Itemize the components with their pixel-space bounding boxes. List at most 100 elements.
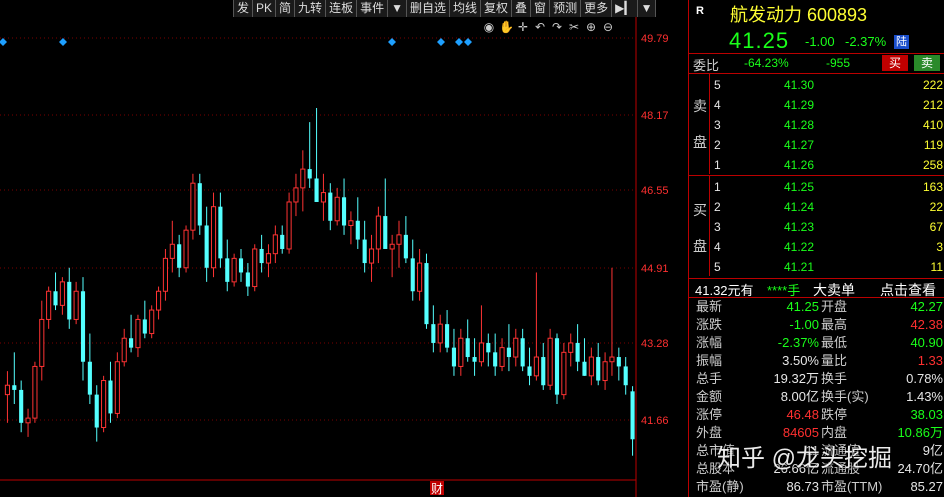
toolbar-button[interactable]: 九转 bbox=[295, 0, 327, 17]
wei-cha-value: -955 bbox=[826, 56, 851, 70]
candle-body bbox=[568, 342, 574, 353]
toolbar-button[interactable]: ▶▎ bbox=[612, 0, 638, 17]
stat-row: 金额 8.00亿 换手(实) 1.43% bbox=[689, 388, 944, 406]
toolbar-button[interactable]: 简 bbox=[276, 0, 296, 17]
candle-body bbox=[630, 391, 635, 440]
ask-level: 3 bbox=[714, 118, 721, 132]
candle-body bbox=[12, 385, 17, 390]
price-axis-label: 41.66 bbox=[641, 415, 669, 427]
ask-row[interactable]: 3 41.28 410 bbox=[689, 115, 944, 135]
candle-body bbox=[39, 318, 45, 367]
event-diamond-icon[interactable] bbox=[455, 38, 463, 46]
ask-level: 1 bbox=[714, 158, 721, 172]
toolbar-button[interactable]: 连板 bbox=[326, 0, 358, 17]
bid-row[interactable]: 3 41.23 67 bbox=[689, 217, 944, 237]
candle-body bbox=[465, 338, 470, 358]
candle-body bbox=[80, 291, 86, 362]
kline-chart-area[interactable]: 49.79 48.17 46.55 44.91 43.28 41.66 财 发 PK 简九转 连板… bbox=[0, 0, 688, 497]
ask-row[interactable]: 1 41.26 258 bbox=[689, 155, 944, 175]
bid-row[interactable]: 1 41.25 163 bbox=[689, 177, 944, 197]
ask-row[interactable]: 4 41.29 212 bbox=[689, 95, 944, 115]
ask-price: 41.29 bbox=[784, 98, 815, 112]
stat-label: 最高 bbox=[821, 317, 848, 332]
toolbar-button[interactable]: 预测 bbox=[550, 0, 582, 17]
candle-body bbox=[129, 338, 134, 348]
toolbar-button[interactable]: ▼ bbox=[638, 0, 657, 17]
ask-row[interactable]: 5 41.30 222 bbox=[689, 75, 944, 95]
candle-body bbox=[149, 309, 155, 335]
candle-body bbox=[286, 201, 292, 250]
bid-volume: 22 bbox=[929, 200, 943, 214]
candle-body bbox=[527, 366, 532, 376]
stat-label: 最低 bbox=[821, 335, 848, 350]
hand-icon[interactable]: ✋ bbox=[499, 20, 514, 34]
candle-body bbox=[424, 263, 429, 325]
bid-level: 1 bbox=[714, 180, 721, 194]
toolbar-button[interactable]: 复权 bbox=[481, 0, 513, 17]
candle-body bbox=[265, 253, 272, 264]
crosshair-icon[interactable]: ✛ bbox=[516, 20, 530, 34]
candle-body bbox=[162, 257, 168, 292]
candle-body bbox=[19, 389, 24, 423]
redo-icon[interactable]: ↷ bbox=[550, 20, 564, 34]
buy-button[interactable]: 买 bbox=[882, 55, 908, 71]
toolbar-button[interactable]: 更多 bbox=[581, 0, 613, 17]
toolbar-button[interactable]: 均线 bbox=[450, 0, 482, 17]
bid-price: 41.23 bbox=[784, 220, 815, 234]
candle-body bbox=[218, 206, 223, 259]
undo-icon[interactable]: ↶ bbox=[533, 20, 547, 34]
stat-label: 涨幅 bbox=[696, 335, 723, 350]
price-axis-label: 49.79 bbox=[641, 33, 669, 45]
toolbar-button[interactable]: 发 bbox=[234, 0, 254, 17]
chart-toolbar: 发 PK 简九转 连板 事件 ▼ 删自选 均线 复权叠窗预测 更多 ▶▎ ▼ bbox=[233, 0, 657, 17]
bid-row[interactable]: 2 41.24 22 bbox=[689, 197, 944, 217]
event-diamond-icon[interactable] bbox=[59, 38, 67, 46]
bid-level: 5 bbox=[714, 260, 721, 274]
bid-row[interactable]: 4 41.22 3 bbox=[689, 237, 944, 257]
toolbar-button[interactable]: 事件 bbox=[357, 0, 389, 17]
bid-volume: 3 bbox=[936, 240, 943, 254]
bid-row[interactable]: 5 41.21 11 bbox=[689, 257, 944, 277]
zoom-in-icon[interactable]: ⊕ bbox=[584, 20, 598, 34]
connect-tag: 陆 bbox=[894, 35, 909, 49]
candle-body bbox=[177, 244, 182, 268]
ask-row[interactable]: 2 41.27 119 bbox=[689, 135, 944, 155]
stat-label: 换手 bbox=[821, 371, 848, 386]
toolbar-button[interactable]: 叠 bbox=[512, 0, 532, 17]
candle-body bbox=[493, 352, 498, 367]
candle-body bbox=[547, 337, 553, 386]
stat-row: 振幅 3.50% 量比 1.33 bbox=[689, 352, 944, 370]
stat-value: 40.90 bbox=[910, 335, 943, 350]
candle-body bbox=[368, 248, 375, 264]
bid-volume: 67 bbox=[929, 220, 943, 234]
price-change: -1.00 bbox=[805, 34, 835, 49]
candle-body bbox=[108, 380, 113, 414]
toolbar-button[interactable]: PK bbox=[253, 0, 277, 17]
candle-body bbox=[252, 248, 258, 288]
eye-icon[interactable]: ◉ bbox=[482, 20, 496, 34]
event-diamond-icon[interactable] bbox=[464, 38, 472, 46]
candle-body bbox=[87, 361, 92, 395]
scissors-icon[interactable]: ✂ bbox=[567, 20, 581, 34]
candle-body bbox=[451, 347, 457, 367]
bid-level: 2 bbox=[714, 200, 721, 214]
sell-button[interactable]: 卖 bbox=[914, 55, 940, 71]
ask-volume: 212 bbox=[922, 98, 943, 112]
event-diamond-icon[interactable] bbox=[437, 38, 445, 46]
bid-price: 41.21 bbox=[784, 260, 815, 274]
wei-bi-value: -64.23% bbox=[744, 56, 789, 70]
candle-body bbox=[210, 206, 217, 269]
candle-body bbox=[59, 281, 65, 306]
candle-body bbox=[348, 220, 354, 226]
toolbar-button[interactable]: 删自选 bbox=[407, 0, 450, 17]
toolbar-button[interactable]: 窗 bbox=[531, 0, 551, 17]
event-diamond-icon[interactable] bbox=[388, 38, 396, 46]
stat-label: 涨停 bbox=[696, 407, 723, 422]
candle-body bbox=[156, 290, 162, 311]
event-diamond-icon[interactable] bbox=[0, 38, 7, 46]
zoom-out-icon[interactable]: ⊖ bbox=[601, 20, 615, 34]
toolbar-button[interactable]: ▼ bbox=[388, 0, 407, 17]
candle-body bbox=[533, 356, 539, 377]
kline-chart[interactable]: 49.79 48.17 46.55 44.91 43.28 41.66 财 bbox=[0, 0, 688, 497]
stat-label: 开盘 bbox=[821, 299, 848, 314]
